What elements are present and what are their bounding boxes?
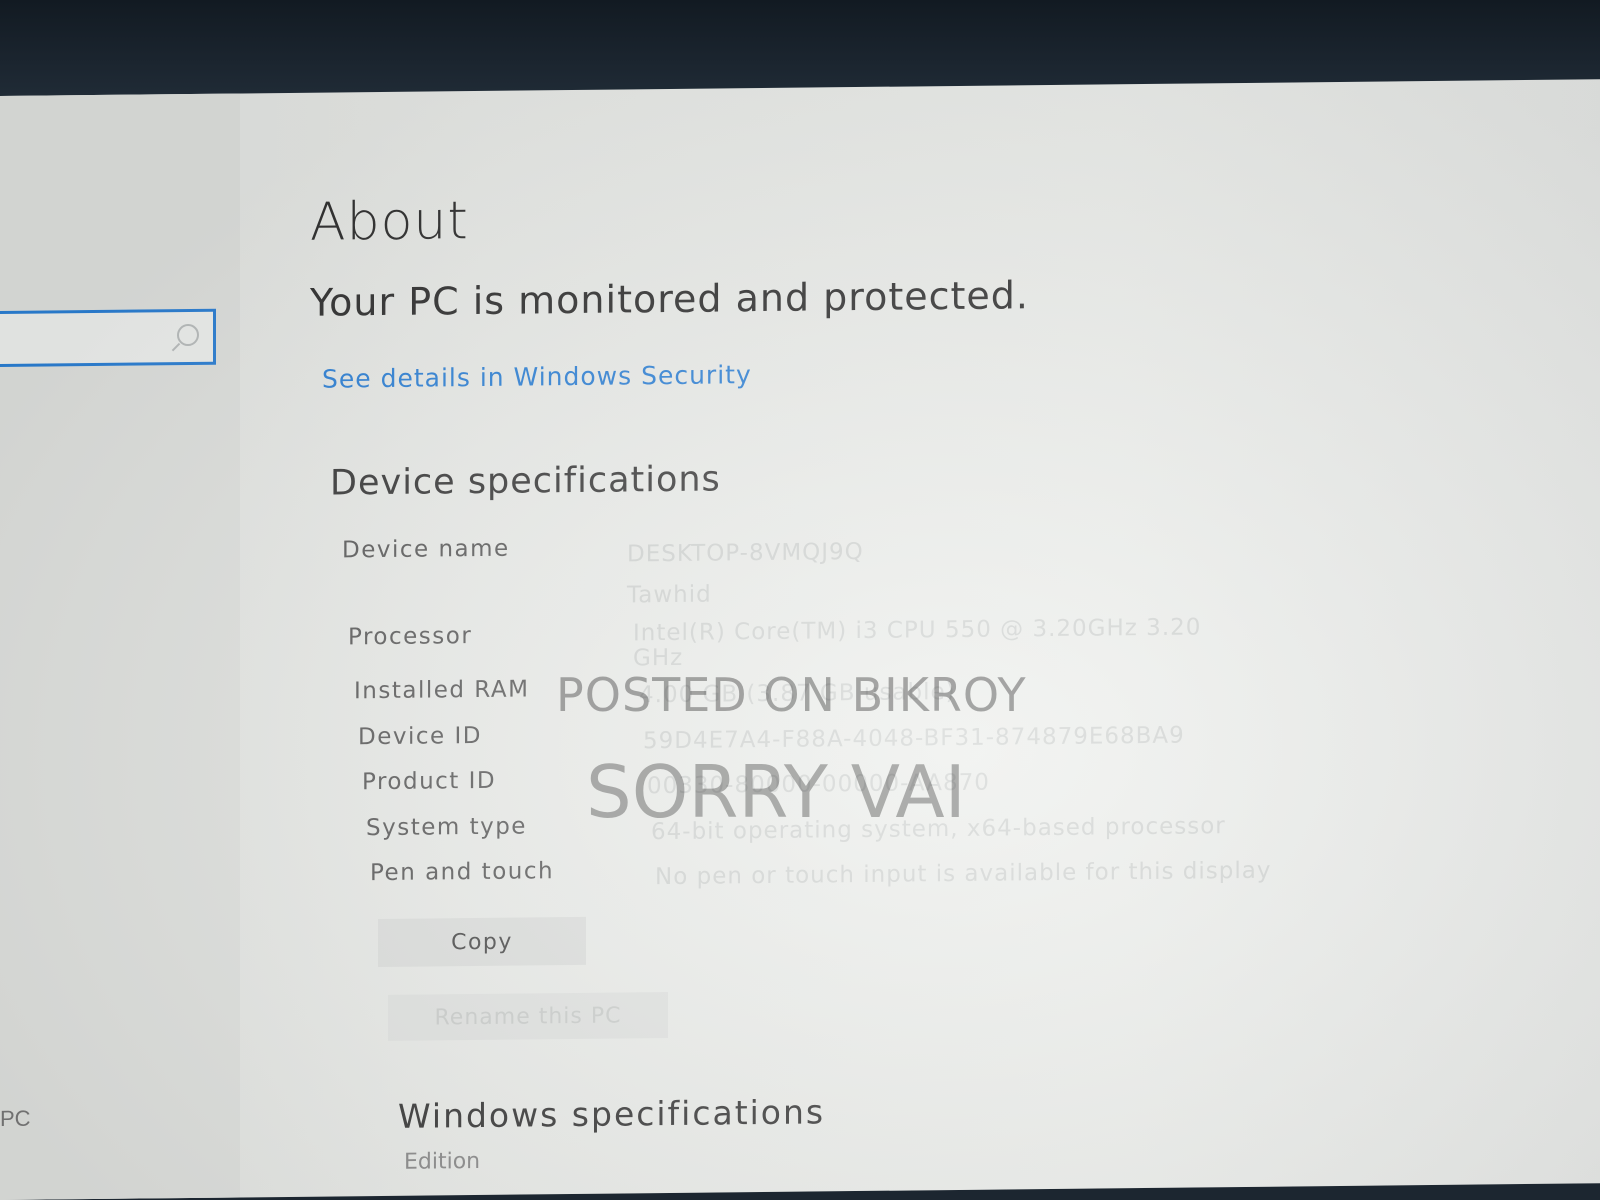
spec-label: Pen and touch — [370, 858, 555, 887]
spec-value: No pen or touch input is available for t… — [655, 857, 1272, 891]
spec-value: Intel(R) Core(TM) i3 CPU 550 @ 3.20GHz 3… — [633, 609, 1453, 672]
spec-label: Product ID — [362, 767, 497, 796]
page-title: About — [310, 191, 469, 253]
settings-search-input[interactable] — [0, 308, 216, 368]
settings-sidebar: PC — [0, 93, 240, 1200]
device-specifications-heading: Device specifications — [330, 459, 721, 504]
spec-label: Device name — [342, 535, 510, 564]
search-icon[interactable] — [177, 323, 199, 347]
device-spec-table: Device name DESKTOP-8VMQJ9Q Tawhid Proce… — [342, 521, 1560, 902]
windows-security-link[interactable]: See details in Windows Security — [322, 360, 752, 394]
sidebar-nav-item-partial[interactable]: PC — [0, 1106, 31, 1132]
settings-window: PC About Your PC is monitored and protec… — [0, 79, 1600, 1200]
copy-button[interactable]: Copy — [378, 917, 586, 968]
spec-value: DESKTOP-8VMQJ9Q Tawhid — [627, 522, 1447, 617]
spec-row-device-name: Device name DESKTOP-8VMQJ9Q Tawhid — [342, 521, 1560, 621]
spec-label: Device ID — [358, 722, 482, 751]
protection-status-text: Your PC is monitored and protected. — [310, 273, 1029, 325]
rename-pc-button[interactable]: Rename this PC — [388, 992, 668, 1042]
spec-label: Processor — [348, 622, 473, 651]
edition-label: Edition — [404, 1149, 481, 1176]
spec-label: Installed RAM — [354, 676, 530, 705]
spec-label: System type — [366, 813, 527, 841]
windows-specifications-heading: Windows specifications — [398, 1092, 826, 1137]
about-page: About Your PC is monitored and protected… — [310, 180, 1560, 1176]
